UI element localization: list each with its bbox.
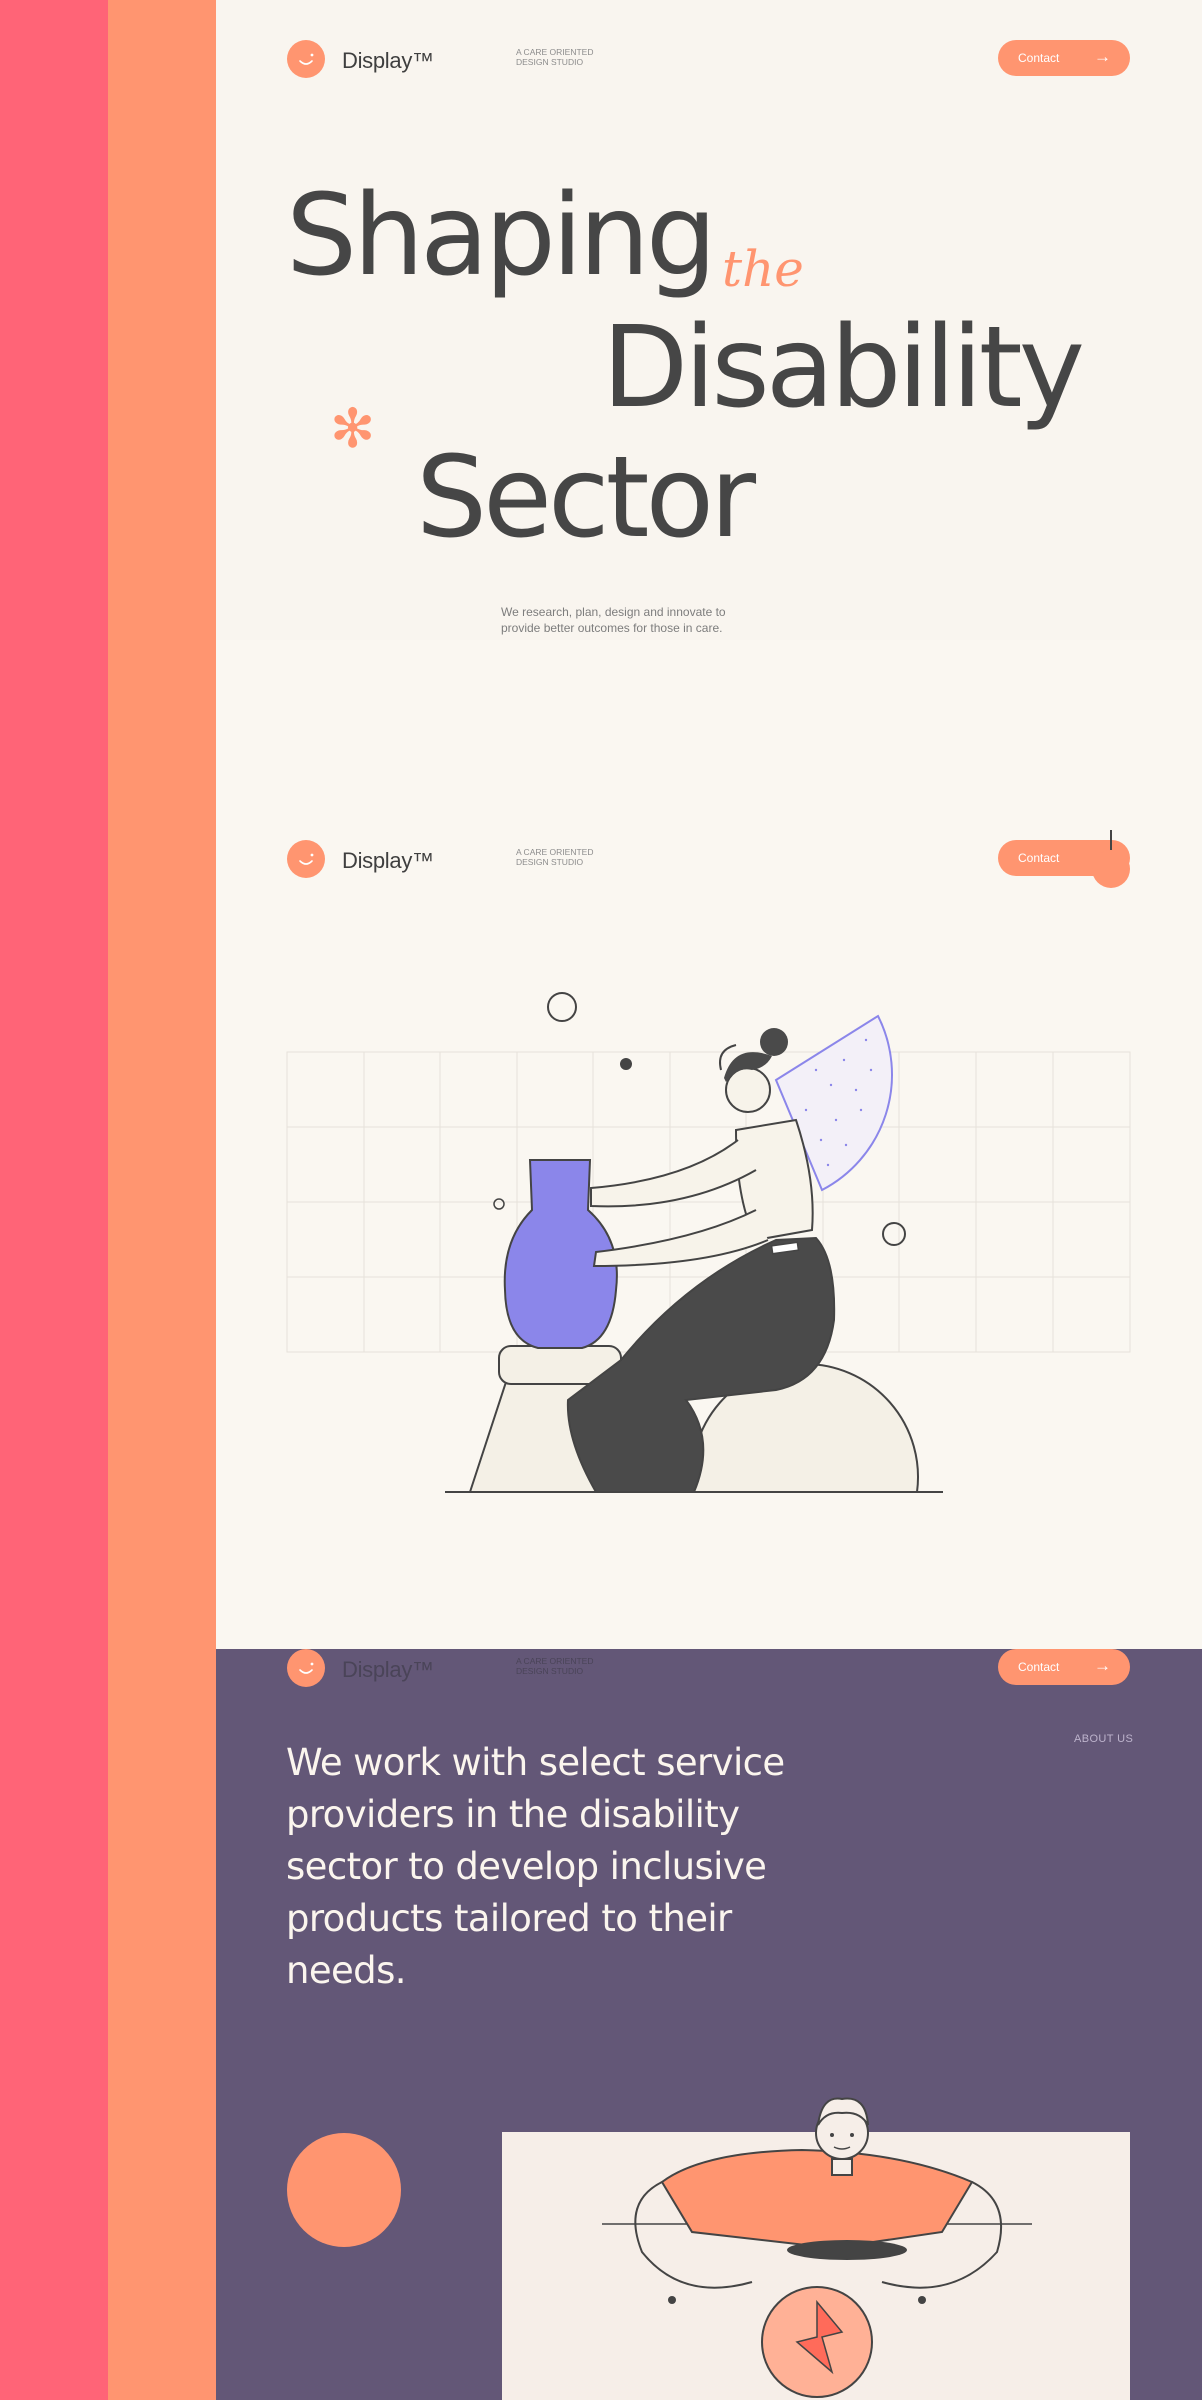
site-header: Display™ A CARE ORIENTED DESIGN STUDIO C… — [216, 30, 1202, 90]
hero-subtitle: We research, plan, design and innovate t… — [501, 605, 726, 635]
brand-tagline: A CARE ORIENTED DESIGN STUDIO — [516, 1656, 594, 1676]
circle-decoration — [882, 1222, 906, 1246]
left-stripe-orange — [108, 0, 216, 2400]
contact-button-label: Contact — [1018, 1660, 1060, 1674]
pottery-illustration — [286, 992, 1131, 1493]
hero-title-line-1: Shaping — [286, 171, 717, 301]
left-stripe-red — [0, 0, 108, 2400]
asterisk-icon: ✻ — [330, 399, 376, 459]
dot-decoration — [620, 1058, 632, 1070]
about-us-label: ABOUT US — [1074, 1733, 1134, 1745]
site-header-overlay: Display™ A CARE ORIENTED DESIGN STUDIO C… — [216, 1639, 1202, 1699]
brand-name[interactable]: Display™ — [342, 1657, 434, 1683]
about-section: Display™ A CARE ORIENTED DESIGN STUDIO C… — [216, 1649, 1202, 2400]
contact-button[interactable]: Contact → — [998, 1649, 1130, 1685]
orange-circle-decoration — [287, 2133, 401, 2247]
contact-button-label: Contact — [1018, 51, 1060, 65]
hero-title-line-2: Disability — [602, 303, 1085, 433]
circle-decoration — [547, 992, 577, 1022]
arrow-right-icon: → — [1094, 1656, 1111, 1675]
brand-tagline: A CARE ORIENTED DESIGN STUDIO — [516, 47, 594, 67]
illustration-section: Display™ A CARE ORIENTED DESIGN STUDIO C… — [216, 640, 1202, 1650]
logo-icon[interactable] — [287, 40, 325, 78]
about-statement: We work with select service providers in… — [286, 1741, 785, 1992]
logo-icon[interactable] — [287, 1649, 325, 1687]
arrow-right-icon: → — [1094, 47, 1111, 66]
hero-title-accent: the — [722, 240, 804, 298]
hero-section: Display™ A CARE ORIENTED DESIGN STUDIO C… — [216, 0, 1202, 738]
hero-title-line-3: Sector — [416, 433, 756, 563]
contact-button[interactable]: Contact → — [998, 40, 1130, 76]
person-head-illustration — [815, 2097, 869, 2176]
brand-name[interactable]: Display™ — [342, 48, 434, 74]
circle-decoration — [493, 1198, 505, 1210]
